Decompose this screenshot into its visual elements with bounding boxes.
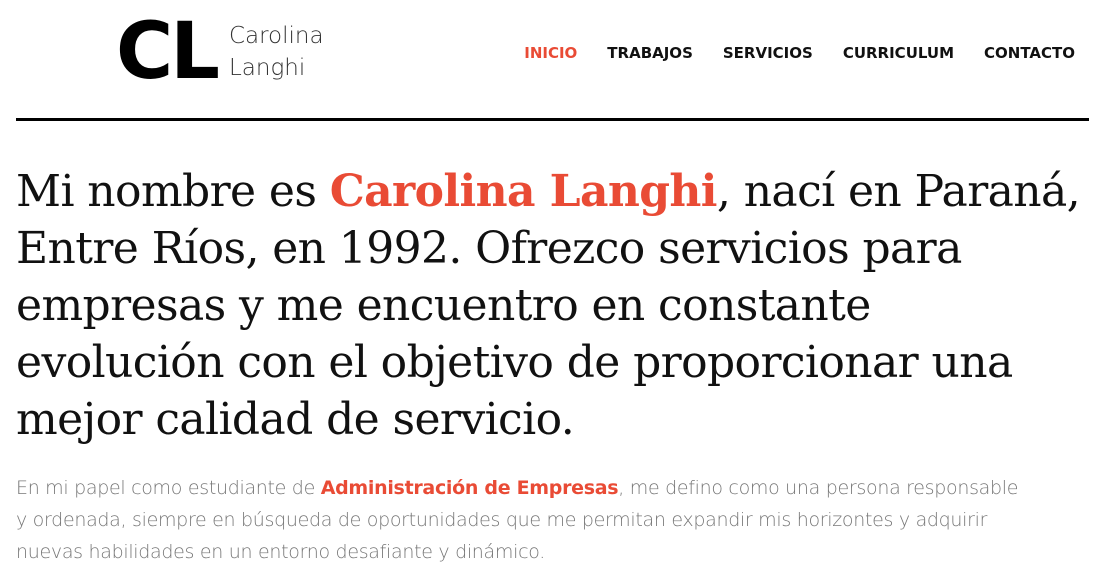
logo-link[interactable]: CL Carolina Langhi	[116, 12, 324, 92]
nav-item-curriculum[interactable]: CURRICULUM	[843, 42, 954, 64]
nav-item-contacto[interactable]: CONTACTO	[984, 42, 1075, 64]
nav-item-trabajos[interactable]: TRABAJOS	[607, 42, 693, 64]
logo-first-name: Carolina	[228, 23, 324, 49]
main-nav: INICIO TRABAJOS SERVICIOS CURRICULUM CON…	[524, 42, 1075, 64]
header-divider	[16, 118, 1089, 121]
headline-prefix: Mi nombre es	[16, 166, 330, 217]
hero-headline: Mi nombre es Carolina Langhi, nací en Pa…	[16, 163, 1086, 448]
intro-prefix: En mi papel como estudiante de	[16, 477, 321, 499]
headline-name: Carolina Langhi	[329, 166, 718, 217]
logo-name: Carolina Langhi	[229, 20, 324, 84]
nav-item-inicio[interactable]: INICIO	[524, 42, 577, 64]
logo-mark: CL	[116, 7, 220, 97]
logo-last-name: Langhi	[228, 55, 306, 81]
site-header: CL Carolina Langhi INICIO TRABAJOS SERVI…	[0, 0, 1095, 120]
intro-highlight: Administración de Empresas	[320, 477, 619, 499]
nav-item-servicios[interactable]: SERVICIOS	[723, 42, 813, 64]
hero-intro: En mi papel como estudiante de Administr…	[16, 472, 1026, 568]
